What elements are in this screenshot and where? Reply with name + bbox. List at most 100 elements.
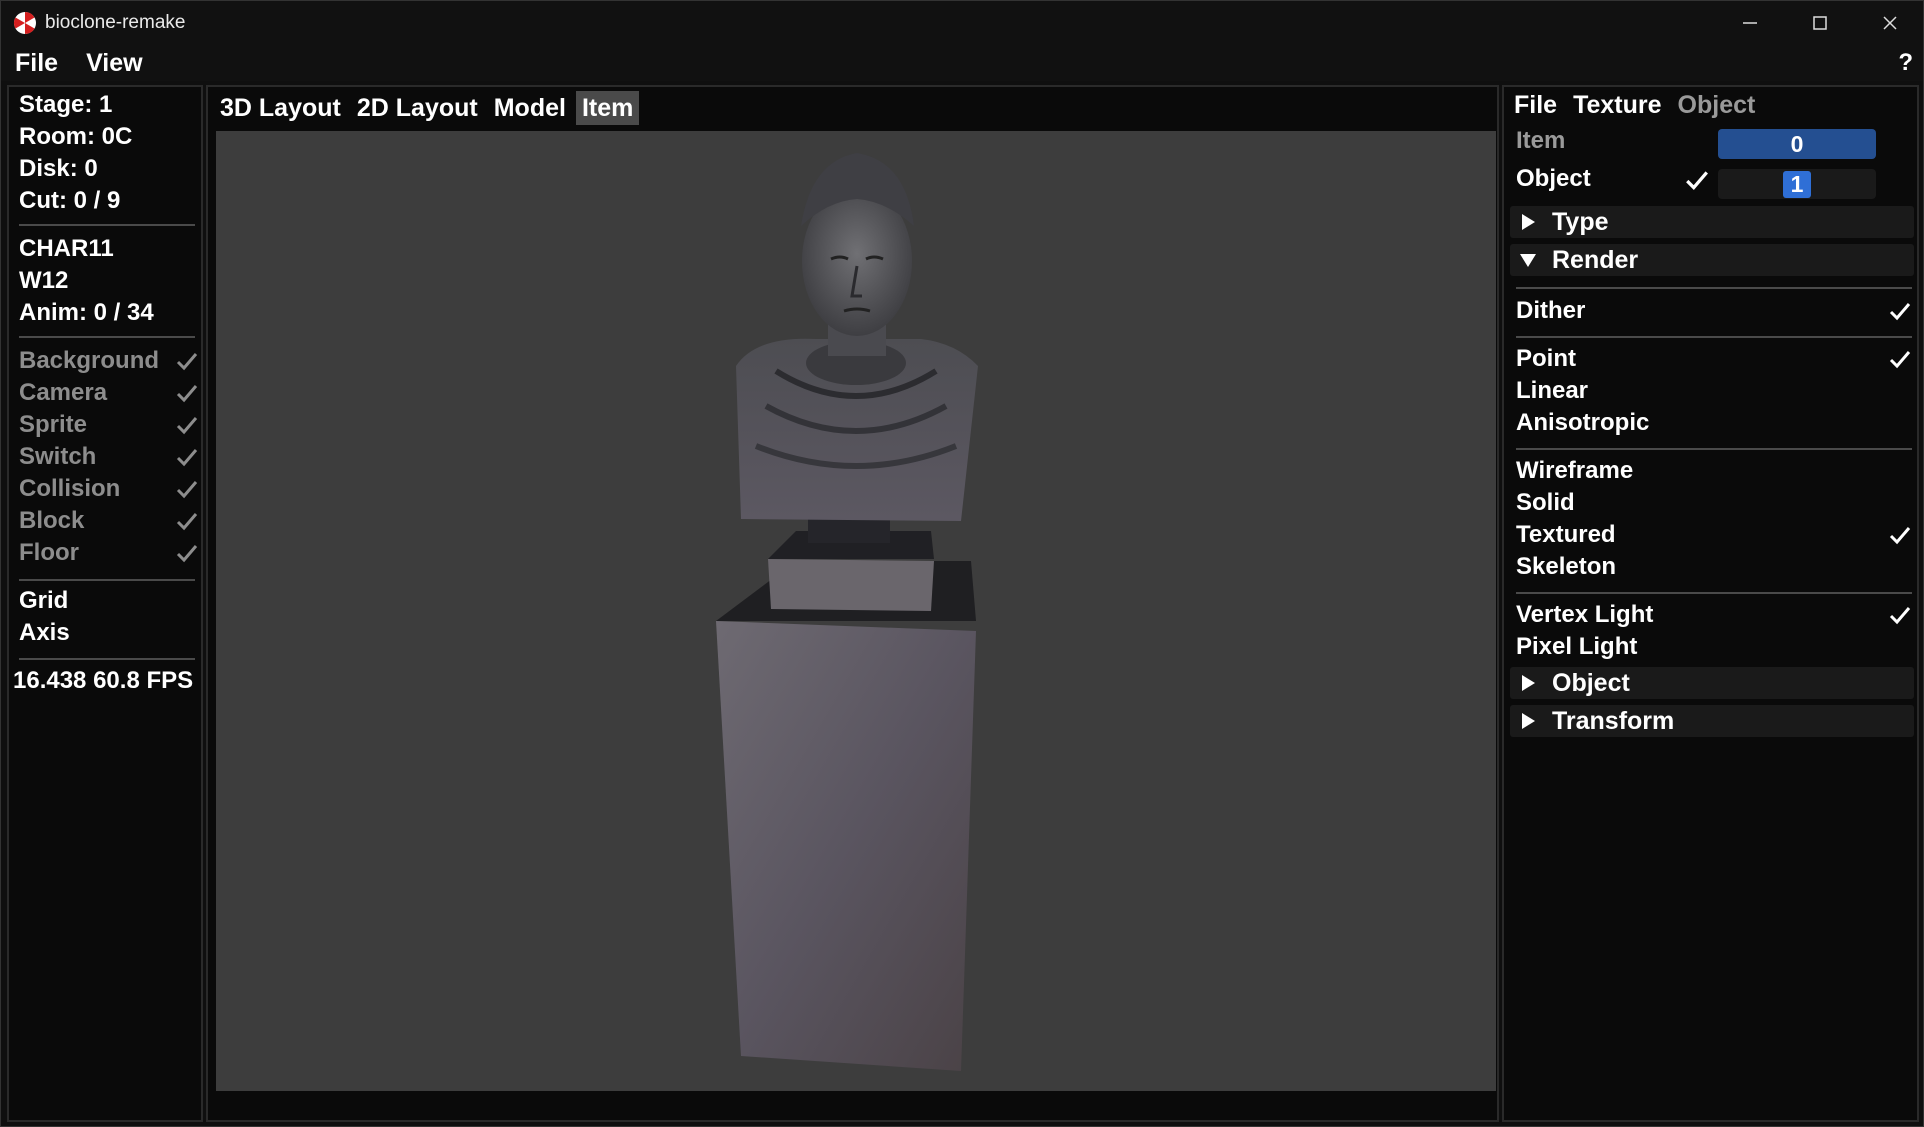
left-panel: Stage: 1 Room: 0C Disk: 0 Cut: 0 / 9 CHA… [7,85,203,1122]
expand-icon [1522,675,1535,691]
room-info: Room: 0C [19,123,133,150]
checkmark-icon [176,513,198,531]
toggle-label: Camera [19,379,108,406]
toggle-label: Background [19,347,160,374]
divider [19,224,195,226]
pedestal-body [716,621,976,1071]
view-tabs: 3D Layout 2D Layout Model Item [214,91,640,125]
item-input[interactable]: 0 [1718,129,1876,159]
stem [808,519,890,543]
render-pixel-light[interactable]: Pixel Light [1516,633,1912,661]
render-wireframe[interactable]: Wireframe [1516,457,1912,485]
menu-file[interactable]: File [1,49,72,78]
toggle-label: Sprite [19,411,88,438]
tab-file[interactable]: File [1514,91,1557,120]
checkmark-icon [1889,351,1911,369]
menu-view[interactable]: View [72,49,157,78]
checkmark-icon [176,417,198,435]
divider [19,336,195,338]
option-label: Vertex Light [1516,601,1654,628]
toggle-label: Floor [19,539,79,566]
checkmark-icon [176,449,198,467]
3d-viewport[interactable] [216,131,1496,1091]
render-vertex-light[interactable]: Vertex Light [1516,601,1912,629]
title-bar: bioclone-remake [1,1,1923,45]
tab-model[interactable]: Model [488,91,572,125]
tab-item[interactable]: Item [575,91,640,125]
minimize-button[interactable] [1715,1,1785,45]
checkmark-icon [176,481,198,499]
inspector-tabs: File Texture Object [1514,87,1755,123]
checkmark-icon [176,545,198,563]
object-checkbox[interactable] [1684,167,1710,193]
item-label: Item [1516,127,1566,154]
render-linear[interactable]: Linear [1516,377,1912,405]
toggle-axis[interactable]: Axis [19,619,70,647]
option-label: Skeleton [1516,553,1617,580]
section-label: Type [1552,207,1609,236]
statue-model [716,153,978,1071]
disk-info: Disk: 0 [19,155,98,182]
close-button[interactable] [1855,1,1924,45]
section-label: Object [1552,668,1630,697]
option-label: Anisotropic [1516,409,1650,436]
weapon-name: W12 [19,267,69,294]
toggle-floor[interactable]: Floor [19,539,199,567]
checkmark-icon [176,353,198,371]
render-solid[interactable]: Solid [1516,489,1912,517]
section-label: Render [1552,245,1639,274]
plinth-front [768,559,934,611]
toggle-collision[interactable]: Collision [19,475,199,503]
render-dither[interactable]: Dither [1516,297,1912,325]
right-panel: File Texture Object Item 0 Object 1 Type… [1502,85,1919,1122]
maximize-button[interactable] [1785,1,1855,45]
section-object[interactable]: Object [1510,667,1914,699]
section-type[interactable]: Type [1510,206,1914,238]
option-label: Wireframe [1516,457,1634,484]
help-button[interactable]: ? [1898,45,1913,81]
tab-2d-layout[interactable]: 2D Layout [351,91,484,125]
stage-info: Stage: 1 [19,91,113,118]
fps-counter: 16.438 60.8 FPS [13,667,194,694]
checkmark-icon [176,385,198,403]
anim-info: Anim: 0 / 34 [19,299,154,326]
close-icon [1883,16,1897,30]
object-input[interactable]: 1 [1718,169,1876,199]
toggle-grid[interactable]: Grid [19,587,68,615]
tab-3d-layout[interactable]: 3D Layout [214,91,347,125]
render-skeleton[interactable]: Skeleton [1516,553,1912,581]
option-label: Dither [1516,297,1586,324]
toggle-block[interactable]: Block [19,507,199,535]
menu-bar: File View [1,45,1923,81]
toggle-background[interactable]: Background [19,347,199,375]
divider [19,658,195,660]
checkmark-icon [1889,607,1911,625]
cut-info: Cut: 0 / 9 [19,187,121,214]
render-anisotropic[interactable]: Anisotropic [1516,409,1912,437]
checkmark-icon [1889,527,1911,545]
divider [19,579,195,581]
toggle-label: Switch [19,443,97,470]
window-title: bioclone-remake [45,12,186,33]
collapse-icon [1520,254,1536,267]
divider [1516,287,1912,289]
toggle-camera[interactable]: Camera [19,379,199,407]
toggle-sprite[interactable]: Sprite [19,411,199,439]
expand-icon [1522,214,1535,230]
section-transform[interactable]: Transform [1510,705,1914,737]
tab-object[interactable]: Object [1678,91,1756,120]
object-label: Object [1516,165,1591,192]
character-name: CHAR11 [19,235,114,262]
option-label: Pixel Light [1516,633,1638,660]
option-label: Solid [1516,489,1575,516]
tab-texture[interactable]: Texture [1573,91,1661,120]
app-window: bioclone-remake File View ? Stage: 1 Roo… [0,0,1924,1127]
render-textured[interactable]: Textured [1516,521,1912,549]
section-render[interactable]: Render [1510,244,1914,276]
option-label: Linear [1516,377,1589,404]
render-point[interactable]: Point [1516,345,1912,373]
toggle-switch[interactable]: Switch [19,443,199,471]
toggle-label: Block [19,507,85,534]
toggle-label: Collision [19,475,121,502]
option-label: Point [1516,345,1576,372]
